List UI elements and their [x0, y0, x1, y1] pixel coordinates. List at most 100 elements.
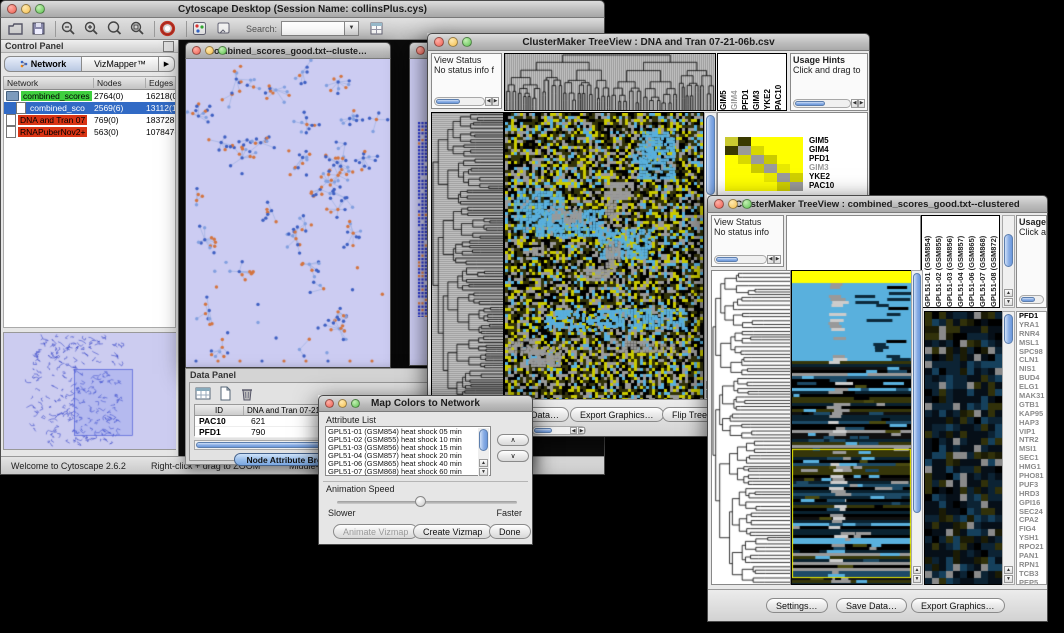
close-button[interactable]	[192, 46, 201, 55]
scrollbar-thumb[interactable]	[913, 273, 921, 513]
scroll-left-arrow[interactable]: ◀	[485, 97, 492, 106]
save-icon[interactable]	[30, 20, 47, 37]
zoom-fit-icon[interactable]	[106, 20, 123, 37]
scroll-down-arrow[interactable]: ▼	[1004, 575, 1013, 583]
tv2-column-labels[interactable]: GPL51-01 (GSM854)GPL51-02 (GSM855)GPL51-…	[921, 215, 1000, 308]
animate-vizmap-button[interactable]: Animate Vizmap	[333, 524, 418, 539]
main-title-bar[interactable]: Cytoscape Desktop (Session Name: collins…	[0, 0, 605, 18]
zoom-button[interactable]	[35, 4, 45, 14]
zoom-button[interactable]	[218, 46, 227, 55]
tv2-collabel-vscroll[interactable]: ▲ ▼	[1002, 215, 1015, 308]
tv1-column-labels[interactable]: GIM5GIM4PFD1GIM3YKE2PAC10	[717, 53, 787, 111]
tv2-zoom-heatmap[interactable]	[924, 311, 1003, 585]
close-button[interactable]	[416, 46, 425, 55]
tv2-zoom-vscroll[interactable]: ▲ ▼	[1002, 311, 1015, 585]
minimize-button[interactable]	[448, 37, 458, 47]
close-button[interactable]	[434, 37, 444, 47]
move-up-button[interactable]: ∧	[497, 434, 529, 446]
birds-eye-view[interactable]	[3, 332, 176, 450]
tv1-zoom-heatmap[interactable]	[725, 137, 803, 191]
minimize-button[interactable]	[205, 46, 214, 55]
usage-hints-hscroll[interactable]	[793, 99, 851, 108]
scroll-left-arrow[interactable]: ◀	[570, 427, 577, 434]
view-status-hscroll[interactable]	[434, 97, 485, 106]
minimize-button[interactable]	[21, 4, 31, 14]
tv2-global-heatmap[interactable]	[791, 270, 912, 585]
search-input[interactable]	[281, 21, 345, 36]
scroll-down-arrow[interactable]: ▼	[1004, 298, 1013, 306]
network-graph-canvas[interactable]	[186, 59, 390, 366]
scroll-right-arrow[interactable]: ▶	[492, 97, 499, 106]
network-list-row[interactable]: combined_sco2569(6)13112(15)	[4, 102, 175, 114]
close-button[interactable]	[325, 399, 334, 408]
zoom-button[interactable]	[742, 199, 752, 209]
scrollbar-thumb[interactable]	[716, 257, 738, 262]
network-list-row[interactable]: DNA and Tran 07769(0)183728(0)	[4, 114, 175, 126]
tv2-row-dendrogram[interactable]	[711, 270, 791, 585]
attribute-list-vscroll[interactable]: ▲ ▼	[478, 428, 489, 476]
scrollbar-thumb[interactable]	[479, 429, 488, 451]
scrollbar-thumb[interactable]	[1021, 297, 1035, 302]
usage-hints-hscroll[interactable]	[1019, 295, 1044, 304]
float-panel-icon[interactable]	[163, 41, 174, 52]
network-list-row[interactable]: RNAPuberNov2+563(0)107847(0)	[4, 126, 175, 138]
move-down-button[interactable]: ∨	[497, 450, 529, 462]
zoom-button[interactable]	[462, 37, 472, 47]
zoom-button[interactable]	[351, 399, 360, 408]
zoom-selected-icon[interactable]	[129, 20, 146, 37]
scroll-right-arrow[interactable]: ▶	[774, 255, 781, 264]
scrollbar-thumb[interactable]	[534, 428, 552, 433]
scrollbar-thumb[interactable]	[1004, 314, 1013, 344]
tab-vizmapper[interactable]: VizMapper™	[82, 56, 159, 72]
tv1-export-graphics-button[interactable]: Export Graphics…	[570, 407, 664, 422]
scroll-up-arrow[interactable]: ▲	[1004, 566, 1013, 574]
speed-slider-thumb[interactable]	[415, 496, 426, 507]
vizmapper-icon[interactable]	[191, 20, 208, 37]
scroll-right-arrow[interactable]: ▶	[578, 427, 585, 434]
scroll-left-arrow[interactable]: ◀	[851, 99, 858, 108]
minimize-button[interactable]	[728, 199, 738, 209]
tv2-export-graphics-button[interactable]: Export Graphics…	[911, 598, 1005, 613]
table-grid-icon[interactable]	[195, 386, 211, 401]
network-view-titlebar[interactable]: combined_scores_good.txt--cluste…	[185, 42, 391, 59]
open-file-icon[interactable]	[7, 20, 24, 37]
tab-overflow-arrow[interactable]: ▶	[159, 56, 175, 72]
tv1-hscrollbar[interactable]: ◀ ▶	[532, 426, 586, 435]
scrollbar-thumb[interactable]	[436, 99, 460, 104]
birds-eye-canvas[interactable]	[4, 333, 176, 449]
trash-icon[interactable]	[239, 386, 255, 401]
minimize-button[interactable]	[338, 399, 347, 408]
scroll-right-arrow[interactable]: ▶	[858, 99, 865, 108]
create-vizmap-button[interactable]: Create Vizmap	[413, 524, 492, 539]
scrollbar-thumb[interactable]	[795, 101, 825, 106]
attribute-list-item[interactable]: GPL51-07 (GSM868) heat shock 60 min	[326, 468, 490, 476]
done-button[interactable]: Done	[489, 524, 531, 539]
network-table-header[interactable]: Network Nodes Edges	[4, 77, 175, 90]
tv1-column-dendrogram[interactable]	[504, 53, 716, 111]
new-file-icon[interactable]	[217, 386, 233, 401]
zoom-out-icon[interactable]	[60, 20, 77, 37]
tv1-heatmap[interactable]	[504, 112, 704, 400]
scrollbar-thumb[interactable]	[706, 115, 715, 195]
dialog-titlebar[interactable]: Map Colors to Network	[318, 395, 533, 412]
attribute-list[interactable]: GPL51-01 (GSM854) heat shock 05 minGPL51…	[325, 426, 491, 476]
table-import-icon[interactable]	[368, 20, 385, 37]
scroll-down-arrow[interactable]: ▼	[913, 575, 921, 583]
zoom-in-icon[interactable]	[83, 20, 100, 37]
search-dropdown-arrow[interactable]: ▼	[345, 21, 359, 36]
view-status-hscroll[interactable]	[714, 255, 767, 264]
tv1-row-dendrogram[interactable]	[431, 112, 504, 400]
scroll-up-arrow[interactable]: ▲	[1004, 289, 1013, 297]
tv2-settings-button[interactable]: Settings…	[766, 598, 828, 613]
treeview1-titlebar[interactable]: ClusterMaker TreeView : DNA and Tran 07-…	[427, 33, 870, 51]
tv1-zoom-row-labels[interactable]: GIM5GIM4PFD1GIM3YKE2PAC10	[809, 136, 834, 190]
scrollbar-thumb[interactable]	[1004, 234, 1013, 267]
close-button[interactable]	[7, 4, 17, 14]
tv2-row-labels[interactable]: PFD1YRA1RNR4MSL1SPC98CLN1NIS1BUD4ELG1MAK…	[1016, 311, 1047, 585]
treeview2-titlebar[interactable]: ClusterMaker TreeView : combined_scores_…	[707, 195, 1048, 213]
tv2-global-vscroll[interactable]: ▲ ▼	[911, 270, 923, 585]
tab-network[interactable]: Network	[4, 56, 82, 72]
scroll-up-arrow[interactable]: ▲	[479, 459, 488, 467]
network-list-row[interactable]: combined_scores2764(0)16218(0)	[4, 90, 175, 102]
speed-slider-track[interactable]	[337, 501, 517, 504]
